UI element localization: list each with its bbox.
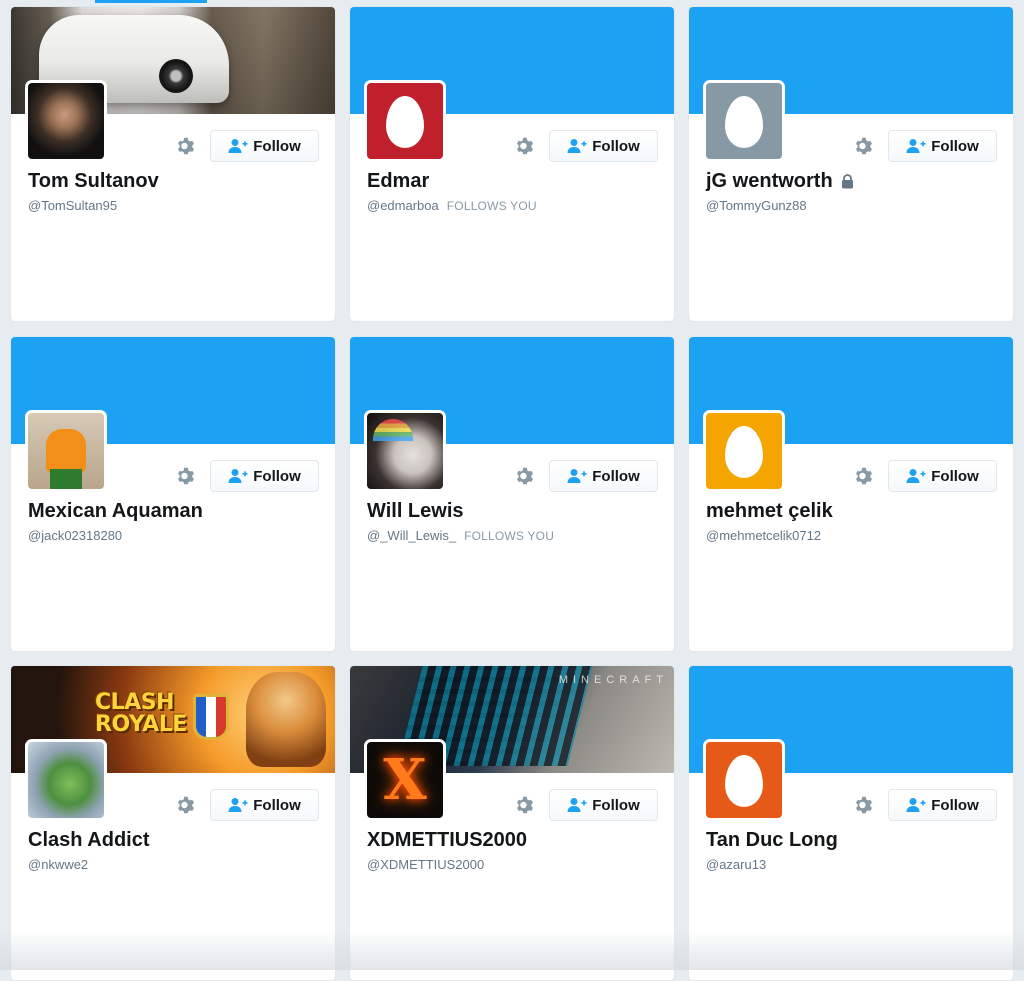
profile-handle[interactable]: @edmarboa <box>367 198 439 213</box>
egg-icon <box>725 96 763 148</box>
profile-avatar[interactable] <box>364 410 446 492</box>
person-plus-icon <box>906 798 926 812</box>
profile-handle[interactable]: @TomSultan95 <box>28 198 117 213</box>
profile-name[interactable]: Will Lewis <box>367 500 464 523</box>
follow-button[interactable]: Follow <box>210 460 319 492</box>
banner-title: CLASH ROYALE <box>95 690 187 737</box>
lock-icon <box>841 174 853 189</box>
gear-icon[interactable] <box>853 135 875 157</box>
follow-button-label: Follow <box>253 137 301 155</box>
gear-icon[interactable] <box>853 794 875 816</box>
person-plus-icon <box>906 469 926 483</box>
follow-button-label: Follow <box>931 796 979 814</box>
follow-button-label: Follow <box>253 467 301 485</box>
profile-avatar[interactable] <box>25 80 107 162</box>
profile-avatar[interactable] <box>25 410 107 492</box>
follow-button[interactable]: Follow <box>888 130 997 162</box>
profile-card[interactable]: Follow mehmet çelik @mehmetcelik0712 <box>688 336 1014 652</box>
follow-button-label: Follow <box>931 467 979 485</box>
gear-icon[interactable] <box>175 135 197 157</box>
profile-card[interactable]: MINECRAFT X Follow XDMETTIUS2000 @XDMETT… <box>349 665 675 981</box>
profile-avatar[interactable]: X <box>364 739 446 821</box>
person-plus-icon <box>567 469 587 483</box>
person-plus-icon <box>567 139 587 153</box>
profile-avatar[interactable] <box>703 80 785 162</box>
egg-icon <box>386 96 424 148</box>
profile-handle[interactable]: @TommyGunz88 <box>706 198 807 213</box>
gear-icon[interactable] <box>175 465 197 487</box>
profile-name[interactable]: Clash Addict <box>28 829 150 852</box>
gear-icon[interactable] <box>514 794 536 816</box>
profile-card[interactable]: Follow Tan Duc Long @azaru13 <box>688 665 1014 981</box>
profile-card[interactable]: Follow Edmar @edmarboa FOLLOWS YOU <box>349 6 675 322</box>
profile-name[interactable]: Edmar <box>367 170 429 193</box>
follow-button[interactable]: Follow <box>549 130 658 162</box>
profile-handle[interactable]: @_Will_Lewis_ <box>367 528 456 543</box>
follow-button[interactable]: Follow <box>888 789 997 821</box>
profile-handle[interactable]: @jack02318280 <box>28 528 122 543</box>
follow-button-label: Follow <box>592 137 640 155</box>
person-plus-icon <box>228 469 248 483</box>
follow-button-label: Follow <box>592 796 640 814</box>
profile-card[interactable]: Follow Will Lewis @_Will_Lewis_ FOLLOWS … <box>349 336 675 652</box>
follow-button-label: Follow <box>931 137 979 155</box>
profile-avatar[interactable] <box>703 410 785 492</box>
follow-button[interactable]: Follow <box>210 130 319 162</box>
profile-handle[interactable]: @azaru13 <box>706 857 766 872</box>
follow-button[interactable]: Follow <box>549 460 658 492</box>
profile-handle[interactable]: @XDMETTIUS2000 <box>367 857 484 872</box>
gear-icon[interactable] <box>514 135 536 157</box>
egg-icon <box>725 426 763 478</box>
profile-name[interactable]: XDMETTIUS2000 <box>367 829 527 852</box>
egg-icon <box>725 755 763 807</box>
person-plus-icon <box>228 139 248 153</box>
profile-card[interactable]: Follow Mexican Aquaman @jack02318280 <box>10 336 336 652</box>
follow-button-label: Follow <box>592 467 640 485</box>
profile-card[interactable]: Follow jG wentworth @TommyGunz88 <box>688 6 1014 322</box>
follow-button[interactable]: Follow <box>549 789 658 821</box>
gear-icon[interactable] <box>853 465 875 487</box>
follows-you-badge: FOLLOWS YOU <box>464 528 555 543</box>
follow-button[interactable]: Follow <box>210 789 319 821</box>
follow-button[interactable]: Follow <box>888 460 997 492</box>
profile-name[interactable]: jG wentworth <box>706 170 833 193</box>
profile-avatar[interactable] <box>364 80 446 162</box>
follows-you-badge: FOLLOWS YOU <box>446 198 537 213</box>
follow-button-label: Follow <box>253 796 301 814</box>
profile-handle[interactable]: @mehmetcelik0712 <box>706 528 821 543</box>
person-plus-icon <box>228 798 248 812</box>
profile-name[interactable]: Tan Duc Long <box>706 829 838 852</box>
profile-name[interactable]: Mexican Aquaman <box>28 500 203 523</box>
profile-avatar[interactable] <box>703 739 785 821</box>
avatar-glyph: X <box>383 747 427 813</box>
profile-avatar[interactable] <box>25 739 107 821</box>
person-plus-icon <box>567 798 587 812</box>
profile-name[interactable]: mehmet çelik <box>706 500 833 523</box>
gear-icon[interactable] <box>514 465 536 487</box>
profile-card[interactable]: CLASH ROYALE Follow Clash Addict @nkwwe2 <box>10 665 336 981</box>
banner-title: MINECRAFT <box>558 674 668 686</box>
gear-icon[interactable] <box>175 794 197 816</box>
profile-name[interactable]: Tom Sultanov <box>28 170 159 193</box>
user-card-grid: Follow Tom Sultanov @TomSultan95 Follow … <box>0 0 1024 981</box>
profile-handle[interactable]: @nkwwe2 <box>28 857 88 872</box>
profile-card[interactable]: Follow Tom Sultanov @TomSultan95 <box>10 6 336 322</box>
person-plus-icon <box>906 139 926 153</box>
